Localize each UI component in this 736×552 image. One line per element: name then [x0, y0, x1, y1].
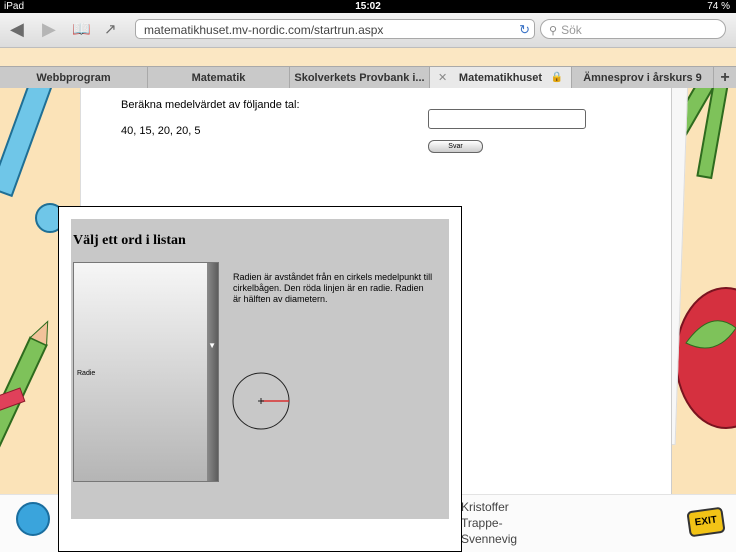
circle-radius-diagram: [232, 372, 290, 430]
mascot-smiley-icon[interactable]: [16, 502, 50, 536]
battery-level: 74 %: [707, 1, 730, 12]
answer-input[interactable]: [428, 109, 586, 129]
book-icon[interactable]: 📖: [72, 20, 91, 38]
popup-title: Välj ett ord i listan: [73, 233, 186, 248]
answer-button[interactable]: Svar: [428, 140, 483, 153]
tab-label: Ämnesprov i årskurs 9: [583, 72, 702, 84]
creator-line: Trappe-: [461, 516, 503, 530]
tab-matematikhuset[interactable]: ✕ Matematikhuset 🔒: [430, 67, 572, 89]
creator-credit: Kristoffer Trappe- Svennevig: [461, 499, 517, 547]
creator-line: Kristoffer: [461, 500, 509, 514]
plus-icon[interactable]: +: [714, 67, 736, 89]
tab-provbank[interactable]: Skolverkets Provbank i...: [290, 67, 430, 89]
search-field[interactable]: ⚲ Sök: [540, 19, 726, 39]
tab-matematik[interactable]: Matematik: [148, 67, 290, 89]
tab-label: Skolverkets Provbank i...: [294, 72, 425, 84]
forward-arrow-icon[interactable]: ▶: [42, 19, 56, 40]
word-listbox[interactable]: Radie ▼: [73, 262, 219, 482]
creator-line: Svennevig: [461, 532, 518, 546]
reload-icon[interactable]: ↻: [519, 20, 530, 40]
question-text: Beräkna medelvärdet av följande tal:: [121, 99, 300, 111]
tab-label: Matematikhuset: [458, 72, 543, 84]
tab-webbprogram[interactable]: Webbprogram: [0, 67, 148, 89]
url-text: matematikhuset.mv-nordic.com/startrun.as…: [144, 23, 384, 37]
clock: 15:02: [355, 1, 381, 12]
tab-label: Webbprogram: [36, 72, 111, 84]
number-list: 40, 15, 20, 20, 5: [121, 125, 201, 137]
search-placeholder: Sök: [561, 23, 582, 37]
tab-label: Matematik: [191, 72, 246, 84]
back-arrow-icon[interactable]: ◀: [10, 19, 24, 40]
list-item[interactable]: Radie: [77, 370, 95, 377]
close-icon[interactable]: ✕: [438, 67, 447, 89]
word-list-popup: Välj ett ord i listan Radie ▼ Radien är …: [58, 206, 462, 552]
share-icon[interactable]: ↗: [104, 20, 117, 38]
exit-button[interactable]: EXIT: [686, 506, 726, 538]
status-bar: iPad 15:02 74 %: [0, 0, 736, 13]
listbox-scrollbar[interactable]: [207, 263, 218, 481]
magnifier-icon: ⚲: [549, 25, 558, 37]
url-field[interactable]: matematikhuset.mv-nordic.com/startrun.as…: [135, 19, 535, 39]
lock-icon: 🔒: [550, 72, 563, 83]
popup-body: Välj ett ord i listan Radie ▼ Radien är …: [71, 219, 449, 519]
explanation-text: Radien är avståndet från en cirkels mede…: [233, 272, 433, 304]
tab-strip: Webbprogram Matematik Skolverkets Provba…: [0, 66, 736, 90]
browser-toolbar: ◀ ▶ 📖 ↗ matematikhuset.mv-nordic.com/sta…: [0, 13, 736, 48]
chevron-down-icon[interactable]: ▼: [208, 341, 216, 350]
tab-amnesprov[interactable]: Ämnesprov i årskurs 9: [572, 67, 714, 89]
